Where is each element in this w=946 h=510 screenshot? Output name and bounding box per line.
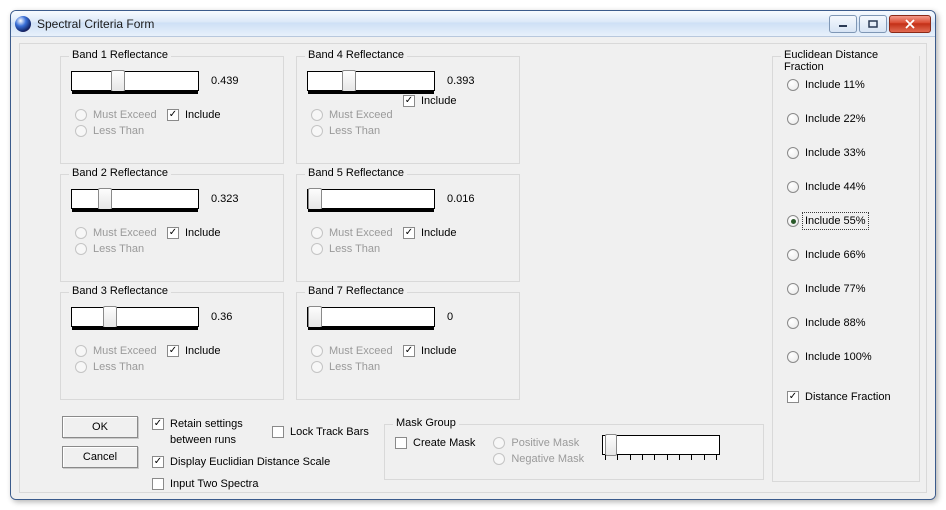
negative-mask-radio[interactable]: Negative Mask bbox=[493, 451, 584, 467]
client-area: Band 1 Reflectance 0.439 Must Exceed Les… bbox=[11, 37, 935, 499]
band-2-must-exceed-radio[interactable]: Must Exceed bbox=[75, 225, 157, 241]
euclidean-distance-legend: Euclidean Distance Fraction bbox=[781, 49, 919, 73]
edf-option-44[interactable]: Include 44% bbox=[787, 179, 891, 195]
band-3-include-checkbox[interactable]: Include bbox=[167, 343, 220, 359]
band-2-slider-thumb[interactable] bbox=[98, 188, 112, 210]
band-1-slider[interactable] bbox=[71, 71, 199, 91]
band-5-value: 0.016 bbox=[447, 193, 487, 205]
app-icon bbox=[15, 16, 31, 32]
minimize-icon bbox=[838, 20, 848, 28]
ok-button[interactable]: OK bbox=[62, 416, 138, 438]
window-frame: Spectral Criteria Form Band 1 Reflectanc… bbox=[10, 10, 936, 500]
edf-option-88[interactable]: Include 88% bbox=[787, 315, 891, 331]
band-5-slider-thumb[interactable] bbox=[308, 188, 322, 210]
band-4-slider[interactable] bbox=[307, 71, 435, 91]
band-2-less-than-radio[interactable]: Less Than bbox=[75, 241, 157, 257]
band-1-legend: Band 1 Reflectance bbox=[69, 49, 171, 61]
band-4-legend: Band 4 Reflectance bbox=[305, 49, 407, 61]
minimize-button[interactable] bbox=[829, 15, 857, 33]
band-2-legend: Band 2 Reflectance bbox=[69, 167, 171, 179]
edf-option-11[interactable]: Include 11% bbox=[787, 77, 891, 93]
band-4-slider-thumb[interactable] bbox=[342, 70, 356, 92]
band-3-slider[interactable] bbox=[71, 307, 199, 327]
band-4-value: 0.393 bbox=[447, 75, 487, 87]
create-mask-checkbox[interactable]: Create Mask bbox=[395, 435, 475, 451]
input-two-spectra-checkbox[interactable]: Input Two Spectra bbox=[152, 476, 369, 492]
inner-frame: Band 1 Reflectance 0.439 Must Exceed Les… bbox=[19, 43, 927, 493]
band-5-include-checkbox[interactable]: Include bbox=[403, 225, 456, 241]
band-5-less-than-radio[interactable]: Less Than bbox=[311, 241, 393, 257]
lock-track-bars-checkbox[interactable]: Lock Track Bars bbox=[272, 416, 369, 448]
band-3-group: Band 3 Reflectance 0.36 Must Exceed Less… bbox=[60, 292, 284, 400]
titlebar[interactable]: Spectral Criteria Form bbox=[11, 11, 935, 37]
edf-option-55[interactable]: Include 55% bbox=[787, 213, 891, 229]
retain-settings-checkbox[interactable]: Retain settings between runs bbox=[152, 416, 262, 448]
euclidean-distance-group: Euclidean Distance Fraction Include 11% … bbox=[772, 56, 920, 482]
band-1-less-than-radio[interactable]: Less Than bbox=[75, 123, 157, 139]
band-4-must-exceed-radio[interactable]: Must Exceed bbox=[311, 107, 393, 123]
band-1-value: 0.439 bbox=[211, 75, 251, 87]
display-euclidian-scale-checkbox[interactable]: Display Euclidian Distance Scale bbox=[152, 454, 369, 470]
band-5-must-exceed-radio[interactable]: Must Exceed bbox=[311, 225, 393, 241]
mask-group: Mask Group Create Mask Positive Mask Neg… bbox=[384, 424, 764, 480]
band-4-group: Band 4 Reflectance 0.393 Must Exceed Les… bbox=[296, 56, 520, 164]
band-7-must-exceed-radio[interactable]: Must Exceed bbox=[311, 343, 393, 359]
band-4-include-checkbox[interactable]: Include bbox=[403, 93, 456, 109]
window-title: Spectral Criteria Form bbox=[37, 17, 821, 31]
band-3-must-exceed-radio[interactable]: Must Exceed bbox=[75, 343, 157, 359]
band-4-less-than-radio[interactable]: Less Than bbox=[311, 123, 393, 139]
band-1-slider-thumb[interactable] bbox=[111, 70, 125, 92]
band-3-legend: Band 3 Reflectance bbox=[69, 285, 171, 297]
band-2-value: 0.323 bbox=[211, 193, 251, 205]
mask-slider[interactable] bbox=[602, 435, 720, 455]
edf-option-77[interactable]: Include 77% bbox=[787, 281, 891, 297]
band-5-legend: Band 5 Reflectance bbox=[305, 167, 407, 179]
edf-option-66[interactable]: Include 66% bbox=[787, 247, 891, 263]
band-2-slider[interactable] bbox=[71, 189, 199, 209]
band-7-slider-thumb[interactable] bbox=[308, 306, 322, 328]
edf-option-33[interactable]: Include 33% bbox=[787, 145, 891, 161]
band-5-group: Band 5 Reflectance 0.016 Must Exceed Les… bbox=[296, 174, 520, 282]
edf-option-100[interactable]: Include 100% bbox=[787, 349, 891, 365]
cancel-button[interactable]: Cancel bbox=[62, 446, 138, 468]
band-7-group: Band 7 Reflectance 0 Must Exceed Less Th… bbox=[296, 292, 520, 400]
band-7-legend: Band 7 Reflectance bbox=[305, 285, 407, 297]
maximize-button[interactable] bbox=[859, 15, 887, 33]
window-buttons bbox=[827, 15, 931, 33]
close-icon bbox=[904, 19, 916, 29]
mask-group-legend: Mask Group bbox=[393, 417, 459, 429]
distance-fraction-checkbox[interactable]: Distance Fraction bbox=[787, 389, 891, 405]
band-7-slider[interactable] bbox=[307, 307, 435, 327]
band-3-slider-thumb[interactable] bbox=[103, 306, 117, 328]
maximize-icon bbox=[868, 20, 878, 28]
band-7-less-than-radio[interactable]: Less Than bbox=[311, 359, 393, 375]
band-5-slider[interactable] bbox=[307, 189, 435, 209]
band-7-value: 0 bbox=[447, 311, 487, 323]
band-3-less-than-radio[interactable]: Less Than bbox=[75, 359, 157, 375]
band-1-group: Band 1 Reflectance 0.439 Must Exceed Les… bbox=[60, 56, 284, 164]
band-7-include-checkbox[interactable]: Include bbox=[403, 343, 456, 359]
band-2-include-checkbox[interactable]: Include bbox=[167, 225, 220, 241]
band-1-must-exceed-radio[interactable]: Must Exceed bbox=[75, 107, 157, 123]
band-3-value: 0.36 bbox=[211, 311, 251, 323]
band-2-group: Band 2 Reflectance 0.323 Must Exceed Les… bbox=[60, 174, 284, 282]
edf-option-22[interactable]: Include 22% bbox=[787, 111, 891, 127]
mask-slider-thumb[interactable] bbox=[605, 434, 617, 456]
positive-mask-radio[interactable]: Positive Mask bbox=[493, 435, 584, 451]
close-button[interactable] bbox=[889, 15, 931, 33]
band-1-include-checkbox[interactable]: Include bbox=[167, 107, 220, 123]
